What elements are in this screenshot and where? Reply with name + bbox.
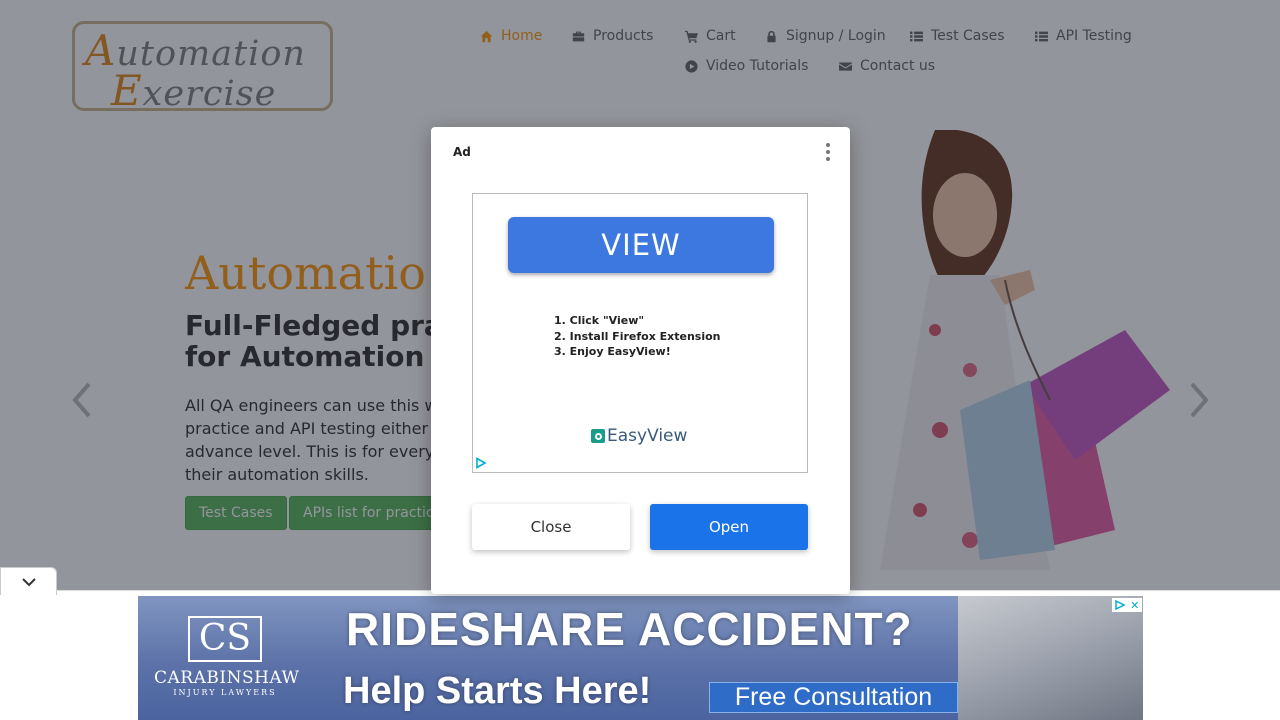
more-options-icon[interactable] bbox=[824, 143, 832, 161]
open-button[interactable]: Open bbox=[650, 504, 808, 550]
ad-label: Ad bbox=[453, 145, 471, 159]
adchoices-badge[interactable]: ✕ bbox=[1112, 598, 1142, 612]
free-consultation-button[interactable]: Free Consultation bbox=[709, 682, 958, 713]
adchoices-icon[interactable] bbox=[475, 457, 487, 469]
ad-step: 1. Click "View" bbox=[554, 314, 645, 327]
ad-close-icon[interactable]: ✕ bbox=[1130, 599, 1139, 612]
ad-step: 2. Install Firefox Extension bbox=[554, 329, 721, 343]
cs-logo-tagline: INJURY LAWYERS bbox=[173, 688, 277, 697]
collapse-ad-button[interactable] bbox=[0, 567, 57, 595]
ad-modal: Ad VIEW 1. Click "View" 2. Install Firef… bbox=[431, 127, 850, 594]
easyview-logo-icon bbox=[591, 429, 605, 443]
cs-logo-mark: CS bbox=[188, 616, 262, 662]
banner-headline: RIDESHARE ACCIDENT? bbox=[346, 603, 913, 655]
close-button[interactable]: Close bbox=[472, 504, 630, 550]
banner-subline: Help Starts Here! bbox=[343, 670, 652, 712]
ad-steps-list: 1. Click "View" 2. Install Firefox Exten… bbox=[554, 313, 721, 360]
ad-creative[interactable]: VIEW 1. Click "View" 2. Install Firefox … bbox=[472, 193, 808, 473]
ad-step: 3. Enjoy EasyView! bbox=[554, 345, 671, 358]
cs-logo-name: CARABINSHAW bbox=[154, 668, 300, 688]
easyview-brand-name: EasyView bbox=[607, 426, 688, 446]
carabinshaw-logo: CS CARABINSHAW INJURY LAWYERS bbox=[154, 616, 300, 706]
easyview-brand: EasyView bbox=[591, 426, 687, 446]
view-button[interactable]: VIEW bbox=[508, 217, 774, 273]
bottom-banner-ad[interactable]: CS CARABINSHAW INJURY LAWYERS RIDESHARE … bbox=[138, 596, 1143, 720]
banner-photo bbox=[958, 596, 1143, 720]
chevron-down-icon bbox=[21, 577, 36, 586]
adchoices-icon bbox=[1114, 600, 1125, 610]
